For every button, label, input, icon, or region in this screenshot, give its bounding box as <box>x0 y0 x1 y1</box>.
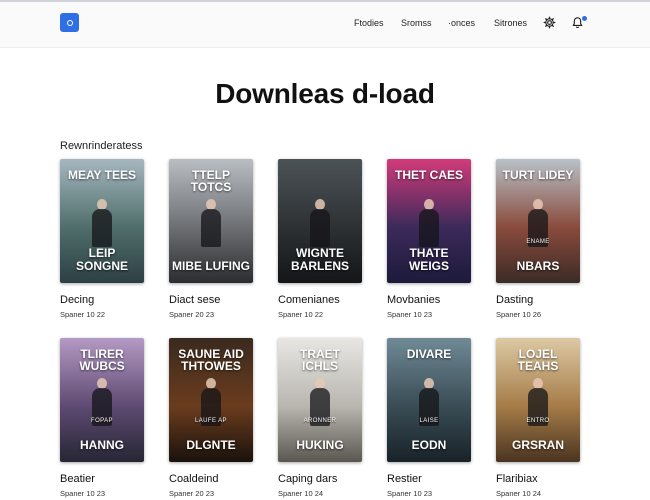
cover-title-top: DIVARE <box>406 347 452 361</box>
book-title[interactable]: Diact sese <box>169 294 261 306</box>
nav-link-sitrones[interactable]: Sitrones <box>494 18 527 28</box>
cover-figure-illustration <box>90 199 114 247</box>
book-card[interactable]: TLIRER WUBCS FOPAP HANNG Beatier Spaner 10 2… <box>60 338 152 498</box>
book-card[interactable]: LOJEL TEAHS ENTRO GRSRAN Flaribiax Spaner 10… <box>496 338 588 498</box>
cover-title-bottom: EODN <box>411 438 447 452</box>
book-meta: Spaner 10 24 <box>496 489 542 498</box>
gear-icon[interactable] <box>543 16 556 29</box>
book-card[interactable]: DIVARE LAISE EODN Restier Spaner 10 23 <box>387 338 479 498</box>
book-cover[interactable]: THET CAES THATE WEIGS <box>387 159 471 283</box>
book-meta: Spaner 10 24 <box>278 489 324 498</box>
cover-title-bottom: NBARS <box>516 259 560 273</box>
book-meta: Spaner 10 22 <box>60 310 106 319</box>
cover-subtitle: ARONNER <box>303 418 337 424</box>
book-meta: Spaner 10 22 <box>278 310 324 319</box>
book-title[interactable]: Beatier <box>60 473 152 485</box>
book-cover[interactable]: DIVARE LAISE EODN <box>387 338 471 462</box>
cover-title-bottom: LEIP SONGNE <box>75 246 128 273</box>
cover-title-bottom: MIBE LUFING <box>172 259 250 273</box>
cover-title-bottom: HUKING <box>296 438 344 452</box>
cover-title-bottom: THATE WEIGS <box>408 246 449 273</box>
nav-link-onces[interactable]: ·onces <box>448 18 475 28</box>
book-title[interactable]: Decing <box>60 294 152 306</box>
book-meta: Spaner 20 23 <box>169 310 215 319</box>
book-cover[interactable]: MEAY TEES LEIP SONGNE <box>60 159 144 283</box>
cover-subtitle: ENTRO <box>526 418 550 424</box>
book-cover[interactable]: TTELP TOTCS MIBE LUFING <box>169 159 253 283</box>
cover-title-top: TLIRER WUBCS <box>79 347 125 373</box>
cover-title-bottom: WIGNTE BARLENS <box>290 246 349 273</box>
cover-title-top: SAUNE AID THTOWES <box>178 347 244 373</box>
book-title[interactable]: Restier <box>387 473 479 485</box>
nav-link-sromss[interactable]: Sromss <box>401 18 432 28</box>
book-title[interactable]: Flaribiax <box>496 473 588 485</box>
cover-title-bottom: GRSRAN <box>511 438 564 452</box>
notification-badge-dot <box>582 16 587 21</box>
book-cover[interactable]: TRAET ICHLS ARONNER HUKING <box>278 338 362 462</box>
book-card[interactable]: SAUNE AID THTOWES LAUFE AP DLGNTE Coaldeind… <box>169 338 261 498</box>
book-title[interactable]: Comenianes <box>278 294 370 306</box>
book-meta: Spaner 20 23 <box>169 489 215 498</box>
logo-ring-icon <box>66 19 73 26</box>
book-title[interactable]: Movbanies <box>387 294 479 306</box>
app-logo[interactable] <box>60 13 79 32</box>
cover-subtitle: LAISE <box>419 418 439 424</box>
book-title[interactable]: Caping dars <box>278 473 370 485</box>
book-title[interactable]: Dasting <box>496 294 588 306</box>
book-card[interactable]: TURT LIDEY ENAME NBARS Dasting Spaner 10 26 <box>496 159 588 319</box>
book-card[interactable]: TTELP TOTCS MIBE LUFING Diact sese Spaner 2… <box>169 159 261 319</box>
cover-title-top: TRAET ICHLS <box>300 347 340 373</box>
book-card[interactable]: THET CAES THATE WEIGS Movbanies Spaner 10 2… <box>387 159 479 319</box>
book-meta: Spaner 10 23 <box>387 489 433 498</box>
book-meta: Spaner 10 23 <box>60 489 106 498</box>
cover-title-top: TTELP TOTCS <box>190 168 232 194</box>
book-title[interactable]: Coaldeind <box>169 473 261 485</box>
book-card[interactable]: WIGNTE BARLENS Comenianes Spaner 10 22 <box>278 159 370 319</box>
cover-title-bottom: DLGNTE <box>186 438 236 452</box>
book-cover[interactable]: SAUNE AID THTOWES LAUFE AP DLGNTE <box>169 338 253 462</box>
cover-subtitle: FOPAP <box>91 418 113 424</box>
book-cover[interactable]: LOJEL TEAHS ENTRO GRSRAN <box>496 338 580 462</box>
book-cover[interactable]: WIGNTE BARLENS <box>278 159 362 283</box>
book-meta: Spaner 10 26 <box>496 310 542 319</box>
book-card[interactable]: MEAY TEES LEIP SONGNE Decing Spaner 10 22 <box>60 159 152 319</box>
book-cover[interactable]: TURT LIDEY ENAME NBARS <box>496 159 580 283</box>
section-title: Rewnrinderatess <box>60 140 143 152</box>
book-cover[interactable]: TLIRER WUBCS FOPAP HANNG <box>60 338 144 462</box>
top-navigation-bar: Ftodies Sromss ·onces Sitrones <box>0 2 650 48</box>
book-meta: Spaner 10 23 <box>387 310 433 319</box>
cover-subtitle: LAUFE AP <box>195 418 227 424</box>
cover-title-top: LOJEL TEAHS <box>517 347 559 373</box>
cover-title-top: TURT LIDEY <box>502 168 574 182</box>
cover-subtitle: ENAME <box>526 239 550 245</box>
cover-figure-illustration <box>199 199 223 247</box>
nav-link-ftodies[interactable]: Ftodies <box>354 18 384 28</box>
cover-figure-illustration <box>417 199 441 247</box>
cover-figure-illustration <box>308 199 332 247</box>
page-title: Downleas d-load <box>215 78 435 109</box>
book-card[interactable]: TRAET ICHLS ARONNER HUKING Caping dars Spane… <box>278 338 370 498</box>
cover-title-top: THET CAES <box>394 168 463 182</box>
cover-title-top: MEAY TEES <box>67 168 137 182</box>
cover-title-bottom: HANNG <box>80 438 124 452</box>
